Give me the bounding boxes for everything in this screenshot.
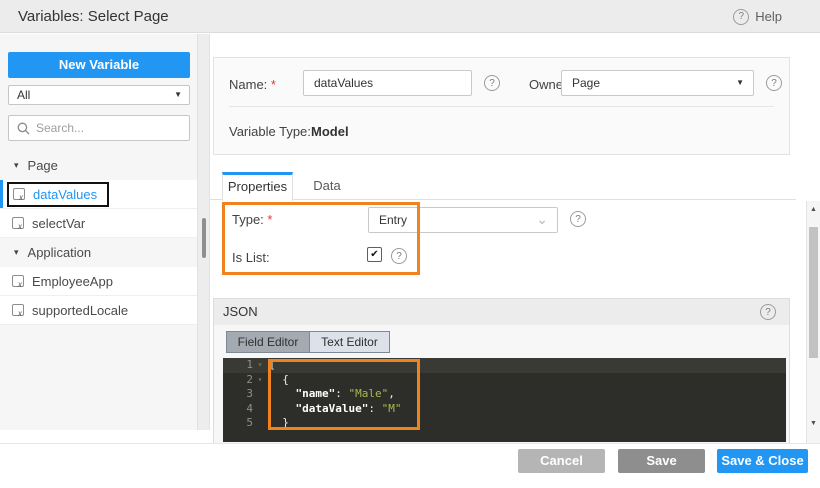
tree-item-employeeapp[interactable]: x EmployeeApp	[0, 267, 197, 296]
save-button[interactable]: Save	[618, 449, 705, 473]
variables-tree: ▾ Page x dataValues x selectVar ▾ Applic…	[0, 151, 197, 325]
variable-icon: x	[12, 304, 24, 318]
sidebar-scrollbar[interactable]	[197, 34, 210, 430]
chevron-down-icon: ⌄	[536, 211, 548, 227]
variable-detail-panel: Name: * ? Owner: * Page ▼ ? Variable Typ…	[210, 34, 796, 443]
type-label: Type: *	[232, 212, 273, 227]
dropdown-arrow-icon: ▼	[736, 78, 744, 87]
tree-group-page[interactable]: ▾ Page	[0, 151, 197, 180]
checkmark-icon: ✔	[370, 249, 379, 260]
code-line: 2 ▾ {	[246, 372, 289, 388]
required-marker: *	[267, 212, 273, 227]
variable-icon: x	[13, 188, 25, 202]
json-code-editor[interactable]: 1 ▾ [ 2 ▾ { 3 "name": "Male", 4 "dataValue…	[223, 358, 786, 442]
type-help-icon[interactable]: ?	[570, 211, 586, 227]
collapse-arrow-icon: ▾	[14, 160, 19, 170]
help-button[interactable]: ? Help	[733, 0, 782, 33]
owner-selected-value: Page	[572, 76, 601, 90]
variable-summary-panel: Name: * ? Owner: * Page ▼ ? Variable Typ…	[213, 57, 790, 155]
variables-sidebar: New Variable All ▼ ▾ Page x dataValues x…	[0, 34, 197, 430]
required-marker: *	[270, 77, 276, 92]
search-input[interactable]	[36, 121, 181, 135]
json-help-icon[interactable]: ?	[760, 304, 776, 320]
help-label: Help	[755, 9, 782, 24]
panel-divider	[229, 106, 774, 107]
variable-icon: x	[12, 217, 24, 231]
owner-help-icon[interactable]: ?	[766, 75, 782, 91]
text-editor-button[interactable]: Text Editor	[310, 332, 389, 352]
editor-mode-toggle: Field Editor Text Editor	[226, 331, 390, 353]
tree-group-application[interactable]: ▾ Application	[0, 238, 197, 267]
fold-arrow-icon[interactable]: ▾	[253, 373, 267, 388]
field-editor-button[interactable]: Field Editor	[227, 332, 310, 352]
save-and-close-button[interactable]: Save & Close	[717, 449, 808, 473]
name-label: Name: *	[229, 77, 276, 92]
filter-selected-value: All	[17, 88, 31, 102]
sidebar-scrollbar-thumb[interactable]	[202, 218, 206, 258]
selected-item-outline: x dataValues	[7, 181, 110, 207]
variable-filter-select[interactable]: All ▼	[8, 85, 190, 105]
name-help-icon[interactable]: ?	[484, 75, 500, 91]
code-line: 5 }	[246, 416, 289, 429]
tree-item-datavalues[interactable]: x dataValues	[0, 180, 197, 209]
owner-select[interactable]: Page ▼	[561, 70, 754, 96]
variable-search-box[interactable]	[8, 115, 190, 141]
variable-type-value: Model	[311, 124, 349, 139]
scroll-up-arrow-icon[interactable]: ▲	[807, 206, 820, 213]
page-title: Variables: Select Page	[18, 8, 169, 25]
type-select[interactable]: Entry ⌄	[368, 207, 558, 233]
is-list-checkbox[interactable]: ✔	[367, 247, 382, 262]
code-line: 4 "dataValue": "M"	[246, 401, 402, 415]
dropdown-arrow-icon: ▼	[174, 90, 182, 99]
dialog-titlebar: Variables: Select Page ? Help	[0, 0, 820, 33]
json-panel: JSON ? Field Editor Text Editor 1 ▾ [ 2 ▾ …	[213, 298, 790, 443]
tab-properties[interactable]: Properties	[222, 172, 293, 201]
code-line: 1 ▾ [	[223, 358, 786, 373]
new-variable-button[interactable]: New Variable	[8, 52, 190, 78]
variables-dialog: Variables: Select Page ? Help New Variab…	[0, 0, 820, 488]
name-input[interactable]	[303, 70, 472, 96]
fold-arrow-icon[interactable]: ▾	[253, 358, 267, 373]
scroll-down-arrow-icon[interactable]: ▼	[807, 420, 820, 427]
main-scrollbar-thumb[interactable]	[809, 227, 818, 358]
tree-item-supportedlocale[interactable]: x supportedLocale	[0, 296, 197, 325]
variable-icon: x	[12, 275, 24, 289]
is-list-help-icon[interactable]: ?	[391, 248, 407, 264]
type-selected-value: Entry	[379, 213, 408, 227]
code-line: 3 "name": "Male",	[246, 387, 395, 400]
tab-data[interactable]: Data	[298, 172, 356, 200]
collapse-arrow-icon: ▾	[14, 247, 19, 257]
detail-tab-bar: Properties Data	[210, 172, 796, 201]
main-scrollbar[interactable]: ▲ ▼	[806, 201, 820, 443]
json-panel-header: JSON ?	[214, 299, 789, 325]
dialog-footer: Cancel Save Save & Close	[0, 443, 820, 488]
tree-item-selectvar[interactable]: x selectVar	[0, 209, 197, 238]
cancel-button[interactable]: Cancel	[518, 449, 605, 473]
json-panel-title: JSON	[223, 304, 258, 319]
search-icon	[17, 122, 30, 134]
is-list-label: Is List:	[232, 250, 270, 265]
help-icon: ?	[733, 8, 750, 25]
variable-type-label: Variable Type:	[229, 124, 311, 139]
